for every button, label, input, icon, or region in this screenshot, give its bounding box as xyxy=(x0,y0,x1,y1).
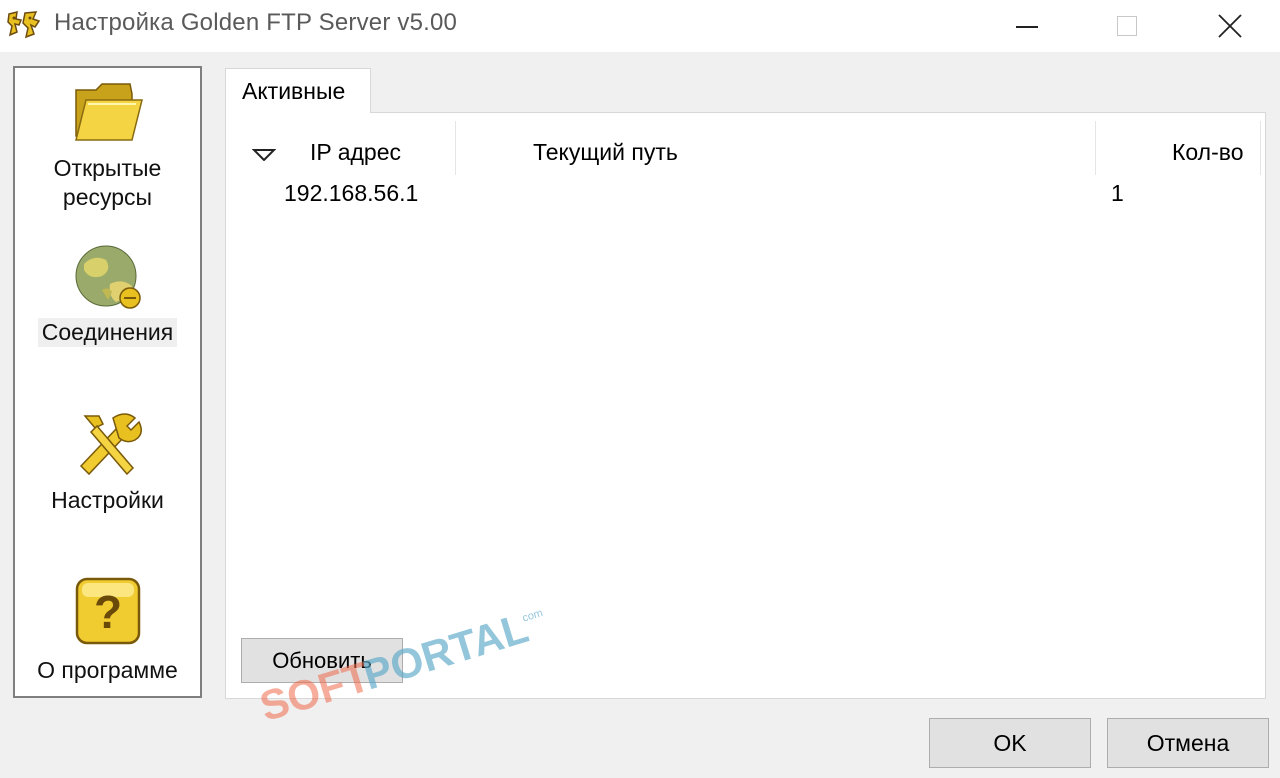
sidebar-item-label: Соединения xyxy=(37,318,178,347)
refresh-button[interactable]: Обновить xyxy=(241,638,403,683)
sidebar-item-about[interactable]: ? О программе xyxy=(15,576,200,685)
sidebar-nav: Открытые ресурсы Соединения Настройки ? xyxy=(13,66,202,698)
minimize-icon xyxy=(1016,26,1038,28)
connections-globe-icon xyxy=(75,245,141,309)
sidebar-item-label: Настройки xyxy=(51,487,164,513)
cell-ip: 192.168.56.1 xyxy=(284,180,419,206)
sidebar-item-label: Открытые ресурсы xyxy=(53,155,162,210)
sidebar-item-open-resources[interactable]: Открытые ресурсы xyxy=(15,78,200,212)
tab-label: Активные xyxy=(242,78,346,104)
close-button[interactable] xyxy=(1180,0,1280,52)
column-header-path[interactable]: Текущий путь xyxy=(533,139,678,166)
svg-text:?: ? xyxy=(93,586,121,638)
table-row[interactable]: 192.168.56.1 1 xyxy=(226,177,1266,211)
column-separator[interactable] xyxy=(1095,121,1096,175)
maximize-button[interactable] xyxy=(1077,0,1177,52)
tools-icon xyxy=(79,413,142,476)
sidebar-item-connections[interactable]: Соединения xyxy=(15,240,200,347)
help-icon: ? xyxy=(75,577,140,645)
list-header: IP адрес Текущий путь Кол-во xyxy=(226,119,1266,179)
column-header-count[interactable]: Кол-во xyxy=(1172,139,1244,166)
ok-button[interactable]: OK xyxy=(929,718,1091,768)
cell-count: 1 xyxy=(1111,180,1124,206)
sort-descending-icon xyxy=(252,149,276,161)
sidebar-item-label: О программе xyxy=(37,657,178,683)
column-separator[interactable] xyxy=(1260,121,1261,175)
column-separator[interactable] xyxy=(455,121,456,175)
column-header-ip[interactable]: IP адрес xyxy=(310,139,401,166)
folder-icon xyxy=(74,83,143,141)
sidebar-item-settings[interactable]: Настройки xyxy=(15,408,200,515)
minimize-button[interactable] xyxy=(977,0,1077,52)
window-title: Настройка Golden FTP Server v5.00 xyxy=(54,9,458,36)
close-icon xyxy=(1218,14,1242,38)
golden-ftp-app-icon xyxy=(7,11,41,39)
tab-active[interactable]: Активные xyxy=(225,68,371,113)
title-bar: Настройка Golden FTP Server v5.00 xyxy=(0,0,1280,52)
connections-panel: IP адрес Текущий путь Кол-во 192.168.56.… xyxy=(225,112,1266,699)
cancel-button[interactable]: Отмена xyxy=(1107,718,1269,768)
maximize-icon xyxy=(1117,16,1137,36)
